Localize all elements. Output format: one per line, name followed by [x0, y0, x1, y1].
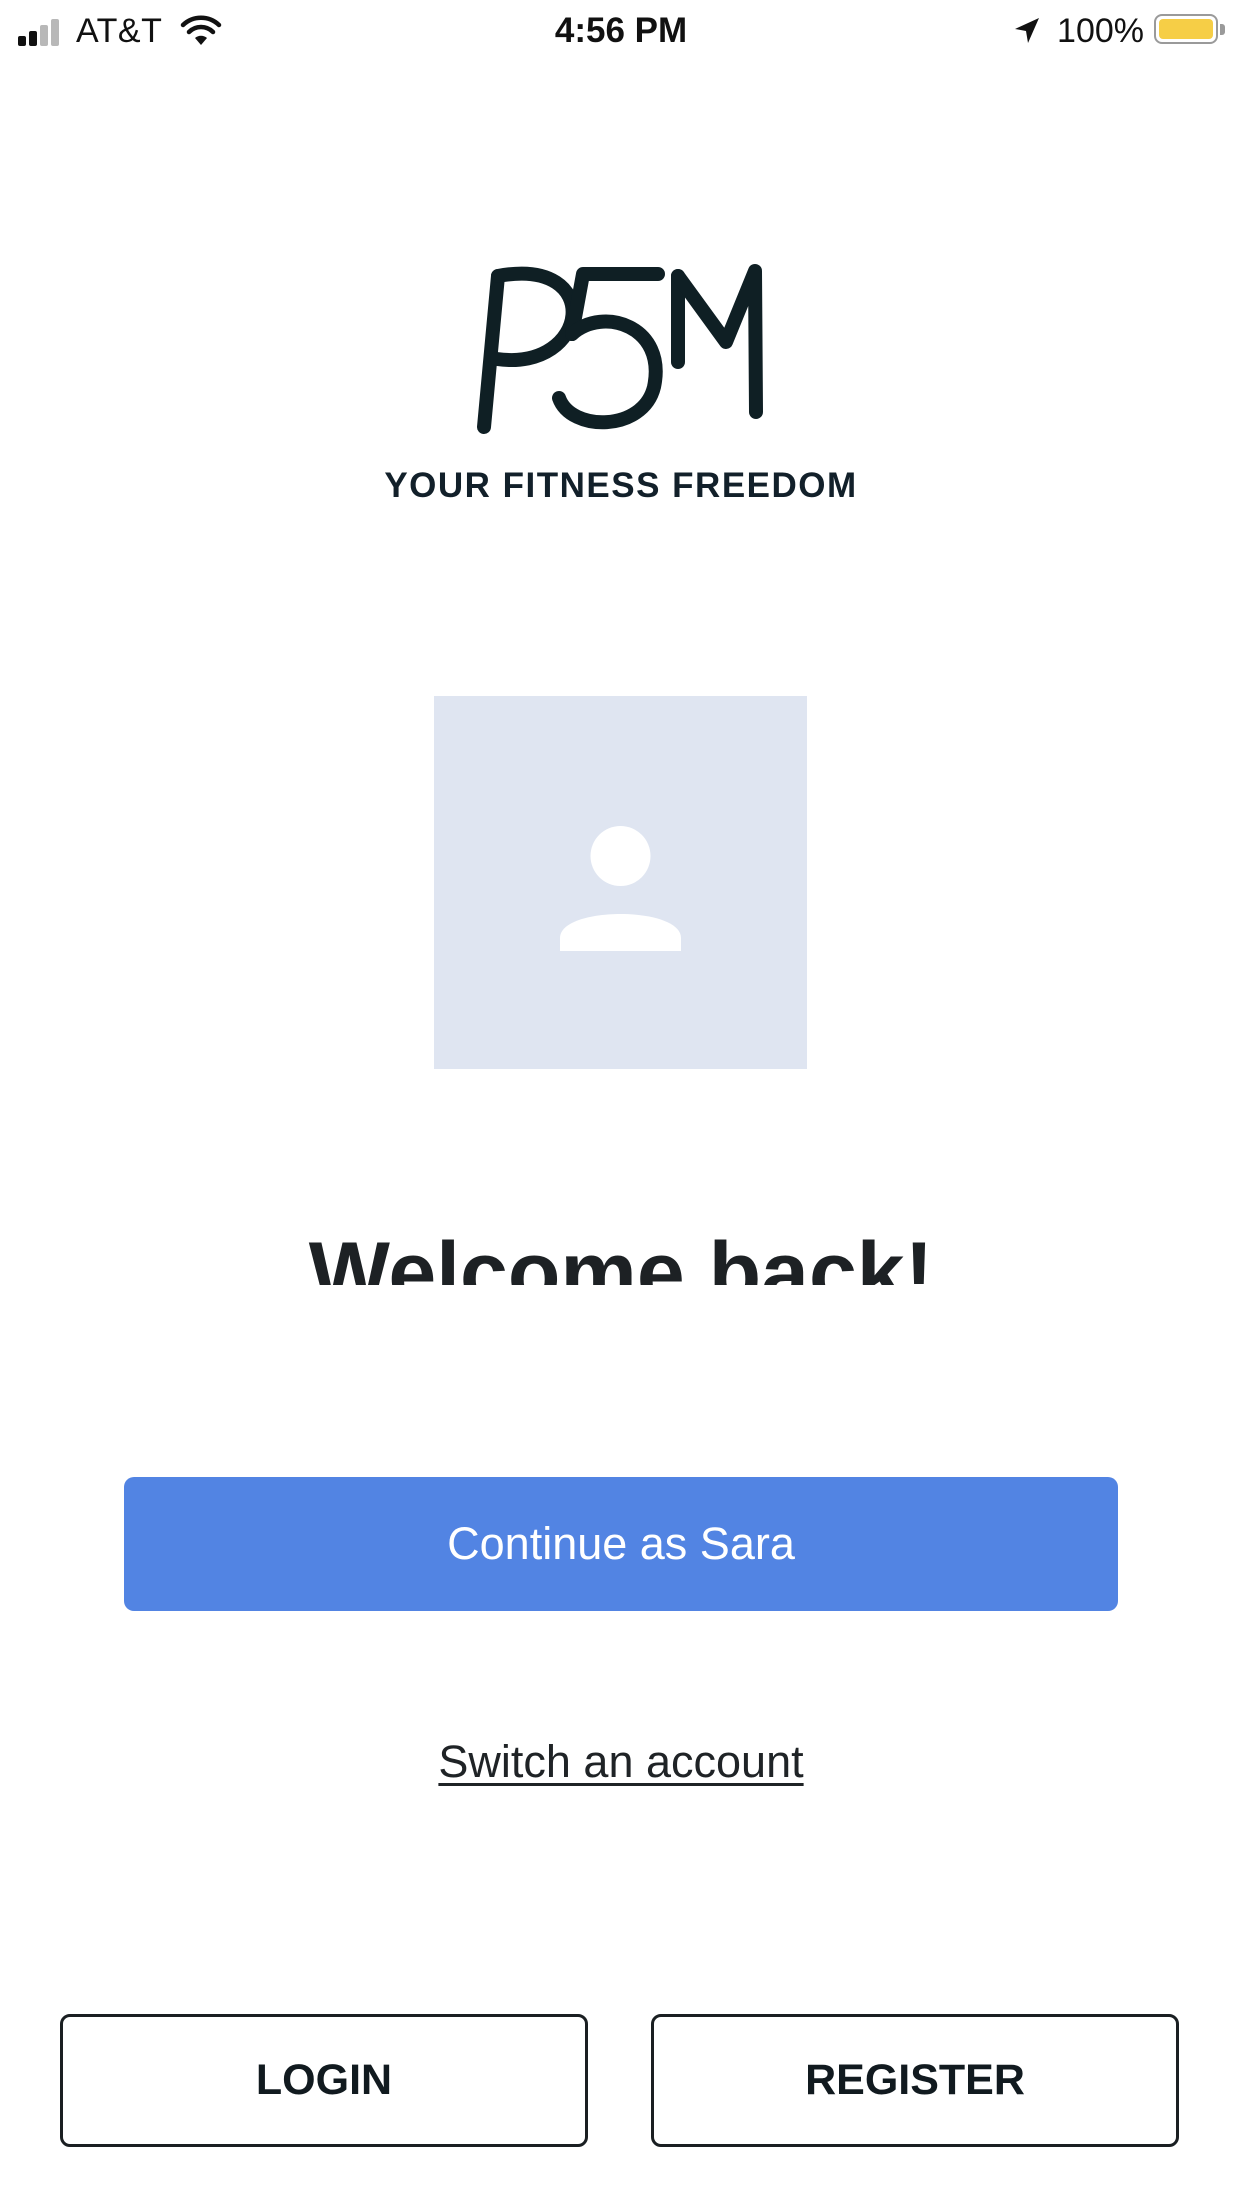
- register-button[interactable]: REGISTER: [651, 2014, 1179, 2147]
- user-placeholder-icon: [560, 826, 681, 951]
- welcome-back-screen: AT&T 4:56 PM 100% YOUR FITNESS FREEDOM W…: [0, 0, 1242, 2208]
- welcome-heading-clip: Welcome back!: [0, 1185, 1242, 1285]
- location-arrow-icon: [1015, 18, 1040, 43]
- battery-percentage: 100%: [1057, 11, 1144, 50]
- tagline: YOUR FITNESS FREEDOM: [384, 466, 858, 505]
- status-bar: AT&T 4:56 PM 100%: [0, 0, 1242, 62]
- continue-as-user-button[interactable]: Continue as Sara: [124, 1477, 1118, 1611]
- battery-icon: [1154, 14, 1228, 48]
- avatar: [434, 696, 807, 1069]
- p5m-logo: [477, 264, 763, 434]
- switch-account-link[interactable]: Switch an account: [438, 1736, 803, 1787]
- login-button[interactable]: LOGIN: [60, 2014, 588, 2147]
- battery-fill: [1159, 19, 1213, 39]
- switch-account-row: Switch an account: [0, 1736, 1242, 1788]
- welcome-heading: Welcome back!: [308, 1225, 934, 1285]
- status-bar-right: 100%: [1011, 8, 1228, 54]
